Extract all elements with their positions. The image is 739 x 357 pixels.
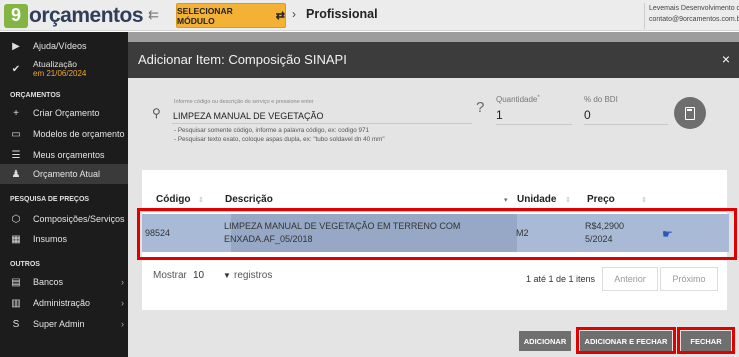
column-header-description[interactable]: Descrição xyxy=(225,194,273,205)
sidebar-item-my-budgets[interactable]: ☰ Meus orçamentos xyxy=(0,145,128,165)
sidebar-item-label: Orçamento Atual xyxy=(33,169,101,179)
close-icon[interactable]: × xyxy=(722,51,730,67)
top-bar: 9 orçamentos ⇇ SELECIONAR MÓDULO ⇄ › Pro… xyxy=(0,0,739,31)
calculator-icon xyxy=(685,106,695,120)
records-label: registros xyxy=(234,270,273,281)
sort-desc-icon: ▾ xyxy=(504,197,508,204)
sidebar-item-label: Composições/Serviços xyxy=(33,214,125,224)
column-header-unit[interactable]: Unidade xyxy=(517,194,556,205)
search-hint-exact: - Pesquisar texto exato, coloque aspas d… xyxy=(174,136,385,143)
update-date: em 21/06/2024 xyxy=(33,69,87,78)
add-close-highlight-outline xyxy=(576,327,676,354)
background-page xyxy=(128,32,739,42)
calculator-button[interactable] xyxy=(674,97,706,129)
close-highlight-outline xyxy=(677,327,735,354)
sort-icon: ⇕ xyxy=(565,197,571,204)
bdi-label: % do BDI xyxy=(584,95,618,104)
sidebar-item-label: Administração xyxy=(33,298,91,308)
chevron-right-icon: › xyxy=(121,298,124,308)
add-button[interactable]: ADICIONAR xyxy=(519,331,571,351)
sidebar-item-update[interactable]: ✔ Atualização em 21/06/2024 xyxy=(0,58,128,80)
next-page-button[interactable]: Próximo xyxy=(660,267,718,291)
sidebar-section-budgets: ORÇAMENTOS xyxy=(10,92,61,99)
sort-icon: ⇕ xyxy=(198,197,204,204)
s-badge-icon: S xyxy=(12,318,20,330)
plus-icon: + xyxy=(13,107,19,119)
add-item-modal: Adicionar Item: Composição SINAPI × ⚲ In… xyxy=(128,42,739,357)
sidebar-item-label: Criar Orçamento xyxy=(33,108,100,118)
select-module-button[interactable]: SELECIONAR MÓDULO ⇄ xyxy=(176,3,286,28)
building-icon: ▥ xyxy=(11,297,21,309)
sidebar-item-label: Ajuda/Vídeos xyxy=(33,41,87,51)
bdi-field[interactable] xyxy=(584,106,668,125)
help-icon[interactable]: ? xyxy=(476,99,484,116)
sidebar-item-create-budget[interactable]: + Criar Orçamento xyxy=(0,103,128,123)
video-icon: ▶ xyxy=(12,40,20,52)
sidebar-section-prices: PESQUISA DE PREÇOS xyxy=(10,196,90,203)
column-header-code[interactable]: Código xyxy=(156,194,190,205)
previous-page-button[interactable]: Anterior xyxy=(602,267,658,291)
sidebar-item-admin[interactable]: ▥ Administração › xyxy=(0,293,128,313)
search-hint-code: - Pesquisar somente código, informe a pa… xyxy=(174,127,369,134)
sidebar-item-super-admin[interactable]: S Super Admin › xyxy=(0,314,128,334)
logo[interactable]: 9 orçamentos xyxy=(4,3,144,28)
sidebar-item-inputs[interactable]: ▦ Insumos xyxy=(0,229,128,249)
sidebar: ▶ Ajuda/Vídeos ✔ Atualização em 21/06/20… xyxy=(0,32,128,357)
pagination-info: 1 até 1 de 1 itens xyxy=(526,274,596,284)
list-icon: ☰ xyxy=(11,149,21,161)
sidebar-item-current-budget[interactable]: ♟ Orçamento Atual xyxy=(0,164,128,184)
sidebar-item-label: Insumos xyxy=(33,234,68,244)
column-header-price[interactable]: Preço xyxy=(587,194,615,205)
logo-mark: 9 xyxy=(4,3,28,28)
page-size-label: Mostrar xyxy=(153,270,187,281)
check-icon: ✔ xyxy=(11,63,21,75)
sidebar-item-label: Modelos de orçamento xyxy=(33,129,125,139)
row-highlight-outline xyxy=(137,208,737,260)
sidebar-item-label: Bancos xyxy=(33,277,64,287)
account-info[interactable]: Levemais Desenvolvimento de contato@9orc… xyxy=(644,3,739,29)
sidebar-item-help[interactable]: ▶ Ajuda/Vídeos xyxy=(0,36,128,56)
sidebar-item-label: Atualização xyxy=(33,59,77,69)
sidebar-item-compositions[interactable]: ⬡ Composições/Serviços xyxy=(0,209,128,229)
select-module-label: SELECIONAR MÓDULO xyxy=(177,5,233,26)
chevron-down-icon[interactable]: ▼ xyxy=(223,271,231,280)
sidebar-section-others: OUTROS xyxy=(10,261,40,268)
cube-icon: ⬡ xyxy=(11,213,21,225)
swap-arrows-icon: ⇄ xyxy=(275,10,285,22)
chevron-right-icon: › xyxy=(121,277,124,287)
bank-icon: ▤ xyxy=(11,276,21,288)
table-icon: ▦ xyxy=(11,233,21,245)
search-icon: ⚲ xyxy=(152,106,161,120)
quantity-field[interactable] xyxy=(496,106,572,125)
search-input[interactable] xyxy=(172,108,472,124)
sidebar-item-templates[interactable]: ▭ Modelos de orçamento xyxy=(0,124,128,144)
collapse-menu-icon[interactable]: ⇇ xyxy=(148,7,159,23)
account-name: Levemais Desenvolvimento de xyxy=(649,5,739,12)
logo-text: orçamentos xyxy=(29,3,144,27)
modal-header: Adicionar Item: Composição SINAPI × xyxy=(128,42,739,78)
modal-title: Adicionar Item: Composição SINAPI xyxy=(138,52,347,67)
page-size-select[interactable]: 10 xyxy=(193,270,204,281)
monitor-icon: ▭ xyxy=(11,128,21,140)
breadcrumb-chevron-icon: › xyxy=(292,7,296,21)
sidebar-item-banks[interactable]: ▤ Bancos › xyxy=(0,272,128,292)
quantity-label: Quantidade* xyxy=(496,95,540,104)
sidebar-item-label: Meus orçamentos xyxy=(33,150,105,160)
search-label: Informe código ou descrição do serviço e… xyxy=(174,99,314,105)
sidebar-item-label: Super Admin xyxy=(33,319,85,329)
account-email: contato@9orcamentos.com.b xyxy=(649,16,739,23)
breadcrumb-current: Profissional xyxy=(306,7,378,21)
sort-icon: ⇕ xyxy=(641,197,647,204)
chevron-right-icon: › xyxy=(121,319,124,329)
user-icon: ♟ xyxy=(11,168,21,180)
